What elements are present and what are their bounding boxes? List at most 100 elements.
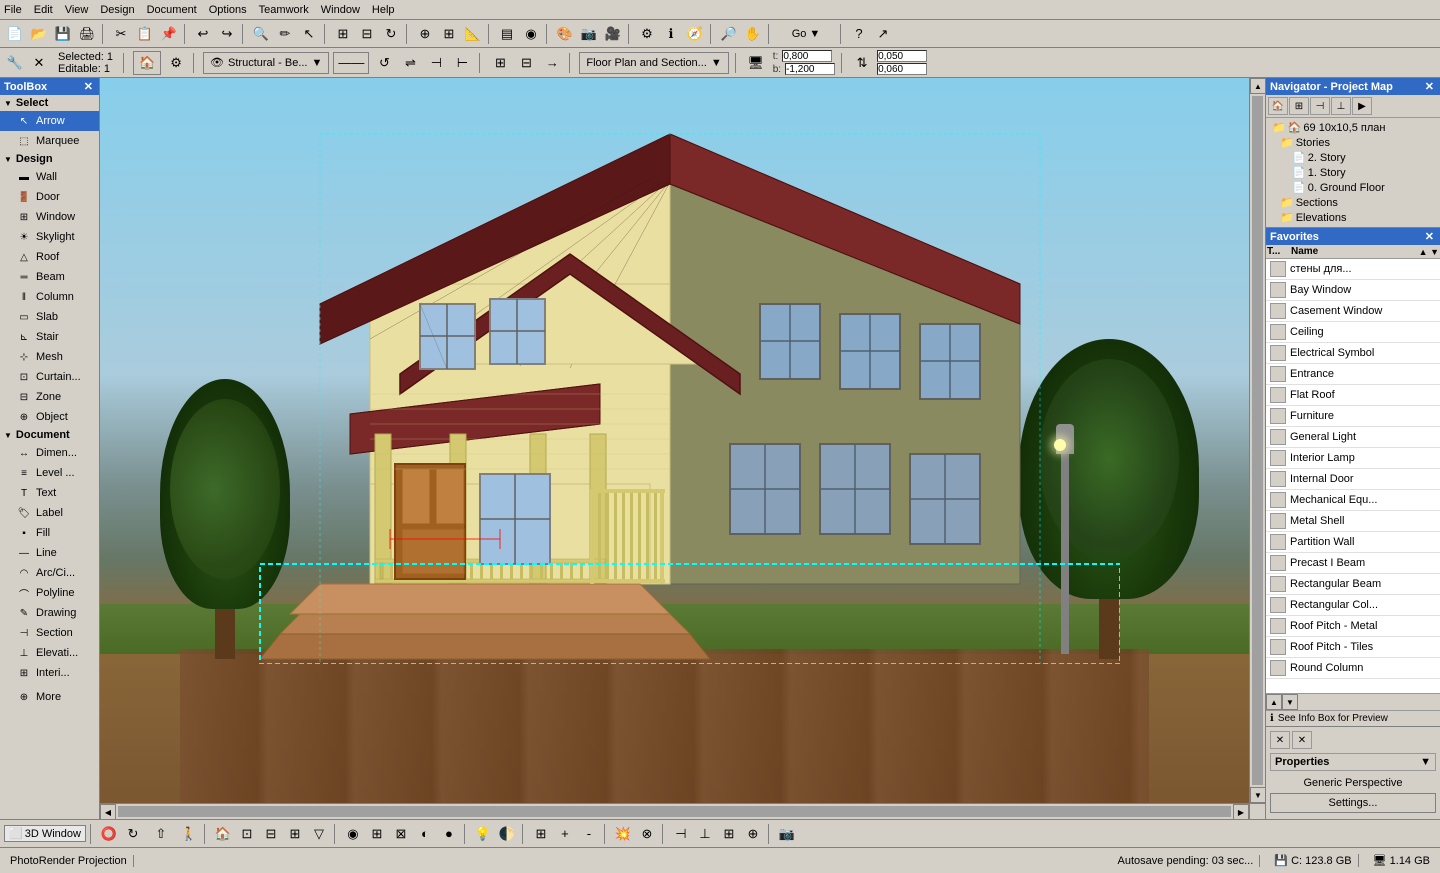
camera-btn[interactable]: 🎥 [602, 23, 624, 45]
tool-fill[interactable]: ▪ Fill [0, 523, 99, 543]
toolbox-close[interactable]: ✕ [82, 80, 95, 93]
fav-item-12[interactable]: Metal Shell [1266, 511, 1440, 532]
walk-btn[interactable]: ⇧ [146, 823, 176, 845]
scroll-down-btn[interactable]: ▼ [1250, 787, 1265, 803]
toolbox-toggle[interactable]: 🔧 [4, 52, 26, 74]
menu-window[interactable]: Window [321, 4, 360, 16]
search-btn[interactable]: 🔍 [250, 23, 272, 45]
tool-dimen[interactable]: ↔ Dimen... [0, 443, 99, 463]
transform-btn[interactable]: ⊞ [332, 23, 354, 45]
tree-sections[interactable]: 📁 Sections [1268, 195, 1438, 210]
tool-arc[interactable]: ◠ Arc/Ci... [0, 563, 99, 583]
t-input[interactable] [782, 50, 832, 62]
scroll-thumb-h[interactable] [118, 806, 1231, 817]
tool-arrow[interactable]: ↖ Arrow [0, 111, 99, 131]
front-btn[interactable]: ⊡ [236, 823, 258, 845]
favorites-list[interactable]: стены для... Bay Window Casement Window … [1266, 259, 1440, 693]
fav-item-4[interactable]: Electrical Symbol [1266, 343, 1440, 364]
floor-plan-btn[interactable]: ⊞ [718, 823, 740, 845]
fav-item-1[interactable]: Bay Window [1266, 280, 1440, 301]
scale2-btn[interactable]: ⊟ [515, 52, 537, 74]
align2-btn[interactable]: ⊢ [451, 52, 473, 74]
menu-document[interactable]: Document [147, 4, 197, 16]
new-btn[interactable]: 📄 [4, 23, 26, 45]
tool-elevati[interactable]: ⊥ Elevati... [0, 643, 99, 663]
tool-more[interactable]: ⊕ More [0, 687, 99, 707]
tool-level[interactable]: ≡ Level ... [0, 463, 99, 483]
tool-polyline[interactable]: ⌒ Polyline [0, 583, 99, 603]
nav-elevation-btn[interactable]: ⊥ [1331, 97, 1351, 115]
tool-text[interactable]: T Text [0, 483, 99, 503]
help-btn[interactable]: ? [848, 23, 870, 45]
align-btn[interactable]: ⊣ [425, 52, 447, 74]
fav-item-15[interactable]: Rectangular Beam [1266, 574, 1440, 595]
fav-item-7[interactable]: Furniture [1266, 406, 1440, 427]
view-spin-btn[interactable]: ↻ [122, 823, 144, 845]
paste-btn[interactable]: 📌 [158, 23, 180, 45]
save-btn[interactable]: 💾 [52, 23, 74, 45]
tool-interi[interactable]: ⊞ Interi... [0, 663, 99, 683]
tool-zone[interactable]: ⊟ Zone [0, 387, 99, 407]
open-btn[interactable]: 📂 [28, 23, 50, 45]
shade-btn[interactable]: ◐ [414, 823, 436, 845]
tool-section[interactable]: ⊣ Section [0, 623, 99, 643]
fav-item-3[interactable]: Ceiling [1266, 322, 1440, 343]
nav-floorplan-btn[interactable]: 🏠 [1268, 97, 1288, 115]
tool-skylight[interactable]: ☀ Skylight [0, 227, 99, 247]
structural-dropdown[interactable]: 👁 Structural - Be... ▼ [203, 52, 329, 74]
canvas-area[interactable]: ▲ ▼ ◀ ▶ [100, 78, 1265, 819]
tree-story0[interactable]: 📄 0. Ground Floor [1268, 180, 1438, 195]
move-btn[interactable]: → [541, 52, 563, 74]
fav-scroll-up[interactable]: ▲ [1266, 694, 1282, 710]
scroll-left-btn[interactable]: ◀ [100, 804, 116, 819]
scroll-up-btn[interactable]: ▲ [1250, 78, 1265, 94]
copy-btn[interactable]: 📋 [134, 23, 156, 45]
tree-story2[interactable]: 📄 2. Story [1268, 150, 1438, 165]
view-icon2[interactable]: 🖥 [745, 52, 767, 74]
menu-teamwork[interactable]: Teamwork [259, 4, 309, 16]
tree-elevations[interactable]: 📁 Elevations [1268, 210, 1438, 225]
3d-btn[interactable]: ◉ [520, 23, 542, 45]
tool-door[interactable]: 🚪 Door [0, 187, 99, 207]
see-info-row[interactable]: ℹ See Info Box for Preview [1266, 710, 1440, 726]
info-btn[interactable]: ℹ [660, 23, 682, 45]
select-section[interactable]: ▼ Select [0, 95, 99, 111]
grid-btn[interactable]: ⊞ [438, 23, 460, 45]
fav-item-9[interactable]: Interior Lamp [1266, 448, 1440, 469]
zoom-fit-btn[interactable]: ⊞ [530, 823, 552, 845]
elevation-plane-btn[interactable]: ⊥ [694, 823, 716, 845]
mirror-btn[interactable]: ⊟ [356, 23, 378, 45]
pointer2-btn[interactable]: ↗ [872, 23, 894, 45]
side-btn[interactable]: ⊞ [284, 823, 306, 845]
fav-item-6[interactable]: Flat Roof [1266, 385, 1440, 406]
nav-btn[interactable]: 🧭 [684, 23, 706, 45]
menu-view[interactable]: View [65, 4, 89, 16]
fav-item-14[interactable]: Precast I Beam [1266, 553, 1440, 574]
nav-more-btn[interactable]: ▶ [1352, 97, 1372, 115]
explode-btn[interactable]: 💥 [612, 823, 634, 845]
fav-item-16[interactable]: Rectangular Col... [1266, 595, 1440, 616]
render-btn[interactable]: 🎨 [554, 23, 576, 45]
tree-story1[interactable]: 📄 1. Story [1268, 165, 1438, 180]
menu-design[interactable]: Design [100, 4, 134, 16]
fav-item-5[interactable]: Entrance [1266, 364, 1440, 385]
settings-icon[interactable]: ⚙ [165, 52, 187, 74]
zoom-btn[interactable]: 🔎 [718, 23, 740, 45]
zoom-out-btn[interactable]: - [578, 823, 600, 845]
back-btn[interactable]: ⊟ [260, 823, 282, 845]
print-btn[interactable]: 🖨 [76, 23, 98, 45]
line-style-btn[interactable]: —— [333, 52, 369, 74]
tool-mesh[interactable]: ⊹ Mesh [0, 347, 99, 367]
floorplan-dropdown[interactable]: Floor Plan and Section... ▼ [579, 52, 728, 74]
tool-stair[interactable]: ⊾ Stair [0, 327, 99, 347]
props-collapse-icon[interactable]: ▼ [1420, 756, 1431, 768]
light-btn[interactable]: 💡 [472, 823, 494, 845]
fav-item-8[interactable]: General Light [1266, 427, 1440, 448]
rotate-btn[interactable]: ↻ [380, 23, 402, 45]
tool-marquee[interactable]: ⬚ Marquee [0, 131, 99, 151]
close-toolbox[interactable]: ✕ [28, 52, 50, 74]
elevation-icon[interactable]: ⇅ [851, 52, 873, 74]
fav-item-11[interactable]: Mechanical Equ... [1266, 490, 1440, 511]
fav-scroll-down[interactable]: ▼ [1282, 694, 1298, 710]
pan-btn[interactable]: ✋ [742, 23, 764, 45]
